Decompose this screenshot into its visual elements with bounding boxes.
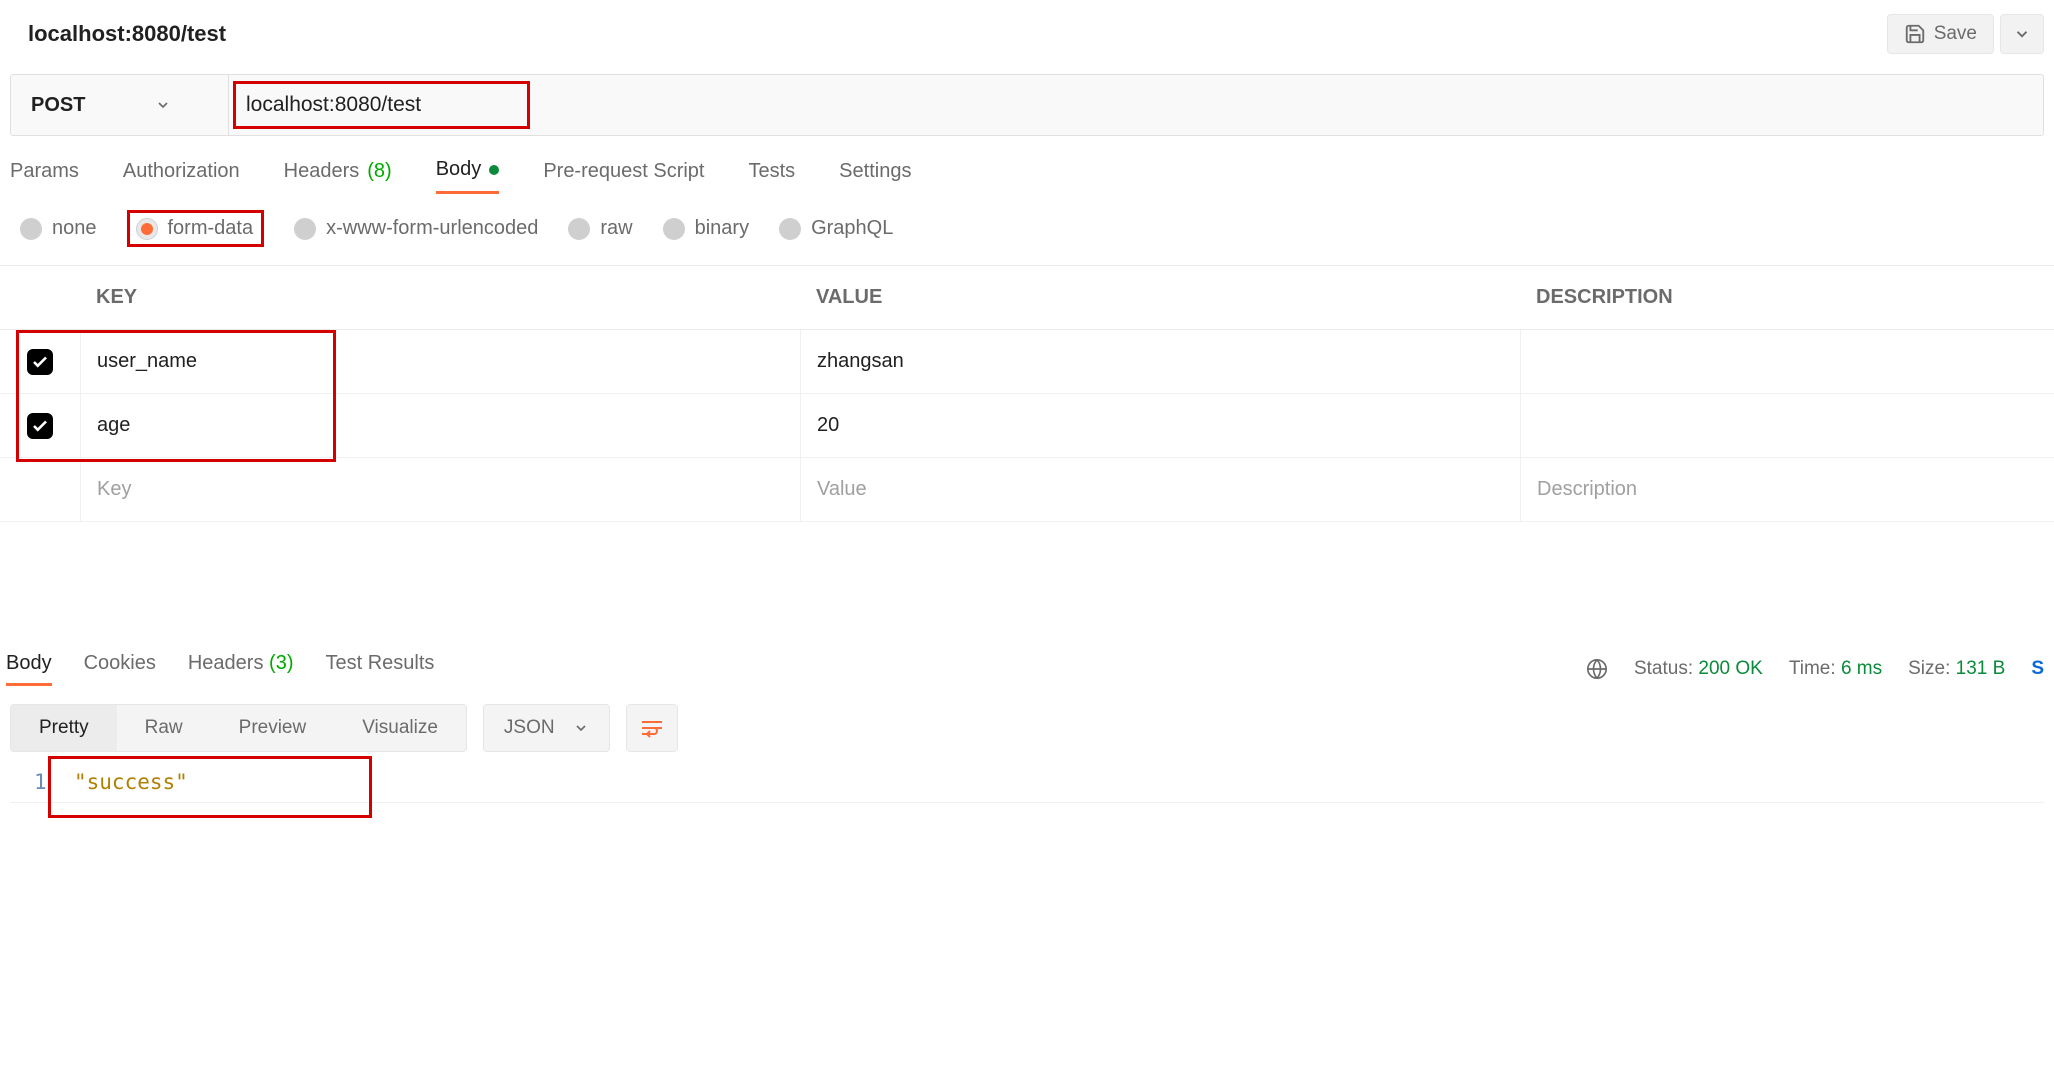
radio-icon bbox=[20, 218, 42, 240]
radio-icon bbox=[568, 218, 590, 240]
save-icon bbox=[1904, 23, 1926, 45]
tab-headers[interactable]: Headers (8) bbox=[284, 158, 392, 194]
kv-row[interactable]: user_name zhangsan bbox=[0, 330, 2054, 394]
radio-icon bbox=[663, 218, 685, 240]
tab-tests[interactable]: Tests bbox=[748, 158, 795, 194]
checkbox-on-icon[interactable] bbox=[27, 349, 53, 375]
method-label: POST bbox=[31, 94, 85, 117]
kv-key-placeholder[interactable]: Key bbox=[97, 478, 131, 501]
radio-icon bbox=[136, 218, 158, 240]
kv-header-value: VALUE bbox=[800, 286, 1520, 309]
kv-header-row: KEY VALUE DESCRIPTION bbox=[0, 266, 2054, 330]
tab-params[interactable]: Params bbox=[10, 158, 79, 194]
body-type-graphql[interactable]: GraphQL bbox=[779, 217, 893, 240]
tab-authorization[interactable]: Authorization bbox=[123, 158, 240, 194]
radio-icon bbox=[294, 218, 316, 240]
chevron-down-icon bbox=[2013, 25, 2031, 43]
body-type-formdata[interactable]: form-data bbox=[136, 217, 254, 240]
size-block: Size: 131 B bbox=[1908, 658, 2005, 680]
body-type-urlencoded[interactable]: x-www-form-urlencoded bbox=[294, 217, 538, 240]
view-pretty[interactable]: Pretty bbox=[11, 705, 117, 751]
line-number: 1 bbox=[10, 770, 44, 794]
globe-icon[interactable] bbox=[1586, 658, 1608, 680]
kv-key[interactable]: user_name bbox=[97, 350, 197, 373]
kv-value-placeholder[interactable]: Value bbox=[817, 478, 867, 501]
view-preview[interactable]: Preview bbox=[211, 705, 335, 751]
save-more-button[interactable] bbox=[2000, 14, 2044, 54]
view-mode-segment: Pretty Raw Preview Visualize bbox=[10, 704, 467, 752]
save-button[interactable]: Save bbox=[1887, 14, 1994, 54]
response-text: "success" bbox=[74, 770, 188, 794]
kv-header-description: DESCRIPTION bbox=[1520, 286, 2054, 309]
kv-key[interactable]: age bbox=[97, 414, 130, 437]
url-input[interactable] bbox=[236, 85, 527, 125]
body-type-none[interactable]: none bbox=[20, 217, 97, 240]
wrap-lines-button[interactable] bbox=[626, 704, 678, 752]
resp-tab-cookies[interactable]: Cookies bbox=[84, 652, 156, 686]
request-title: localhost:8080/test bbox=[28, 21, 226, 47]
view-raw[interactable]: Raw bbox=[117, 705, 211, 751]
resp-headers-count: (3) bbox=[269, 652, 293, 674]
status-block: Status: 200 OK bbox=[1634, 658, 1763, 680]
response-body[interactable]: 1 "success" bbox=[10, 762, 2044, 803]
save-response-link[interactable]: S bbox=[2031, 658, 2044, 680]
http-method-select[interactable]: POST bbox=[11, 75, 229, 135]
wrap-icon bbox=[640, 718, 664, 738]
save-label: Save bbox=[1934, 23, 1977, 45]
body-type-raw[interactable]: raw bbox=[568, 217, 632, 240]
headers-count: (8) bbox=[367, 160, 391, 183]
view-visualize[interactable]: Visualize bbox=[334, 705, 466, 751]
kv-value[interactable]: 20 bbox=[817, 414, 839, 437]
kv-value[interactable]: zhangsan bbox=[817, 350, 904, 373]
body-active-dot-icon bbox=[489, 165, 499, 175]
time-block: Time: 6 ms bbox=[1789, 658, 1882, 680]
formdata-highlight-annotation: form-data bbox=[127, 210, 265, 247]
url-highlight-annotation bbox=[233, 81, 530, 129]
kv-row[interactable]: age 20 bbox=[0, 394, 2054, 458]
tab-prerequest[interactable]: Pre-request Script bbox=[543, 158, 704, 194]
body-type-binary[interactable]: binary bbox=[663, 217, 749, 240]
kv-row-placeholder[interactable]: Key Value Description bbox=[0, 458, 2054, 522]
tab-settings[interactable]: Settings bbox=[839, 158, 911, 194]
resp-tab-headers[interactable]: Headers (3) bbox=[188, 652, 294, 686]
resp-tab-testresults[interactable]: Test Results bbox=[325, 652, 434, 686]
tab-body[interactable]: Body bbox=[436, 158, 500, 194]
checkbox-on-icon[interactable] bbox=[27, 413, 53, 439]
kv-header-key: KEY bbox=[80, 286, 800, 309]
radio-icon bbox=[779, 218, 801, 240]
kv-description-placeholder[interactable]: Description bbox=[1537, 478, 1637, 501]
chevron-down-icon bbox=[155, 97, 171, 113]
chevron-down-icon bbox=[573, 720, 589, 736]
resp-tab-body[interactable]: Body bbox=[6, 652, 52, 686]
format-dropdown[interactable]: JSON bbox=[483, 704, 610, 752]
